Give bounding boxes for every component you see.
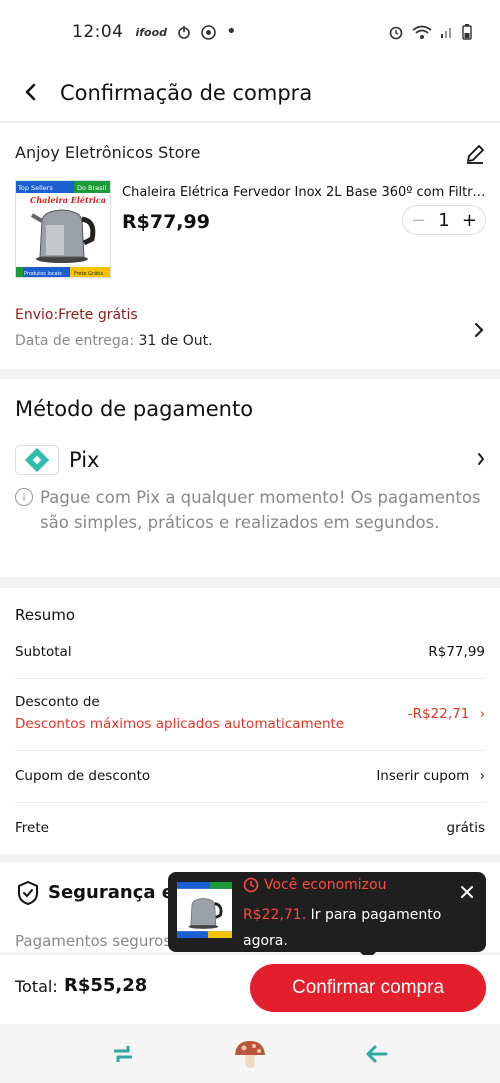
subtotal-row: Subtotal R$77,99 [15,644,485,660]
info-icon: i [15,488,33,506]
product-title[interactable]: Chaleira Elétrica Fervedor Inox 2L Base … [122,185,492,200]
badge-do-brasil: Do Brasil [77,184,106,192]
total-value: R$55,28 [64,975,148,996]
tooltip-headline-text: Você economizou [264,877,387,893]
tooltip-product-image [177,882,232,938]
chevron-right-icon[interactable] [474,319,484,343]
divider [15,750,485,751]
discount-row[interactable]: Desconto de Descontos máximos aplicados … [15,694,485,732]
tooltip-headline: Você economizou [243,877,386,893]
total-label: Total: [15,977,58,996]
chevron-right-icon[interactable] [477,450,485,471]
clock-icon [243,877,259,893]
discount-value-group: -R$22,71 › [408,706,485,722]
status-time: 12:04 [72,22,124,42]
tooltip-body: R$22,71. Ir para pagamento agora. [243,902,453,954]
status-right-icons [388,24,472,40]
summary-card: Resumo Subtotal R$77,99 Desconto de Desc… [0,588,500,854]
shipping-row: Frete grátis [15,820,485,836]
subtotal-value: R$77,99 [428,644,485,660]
badge-frete-gratis: Frete Grátis [74,270,104,277]
status-left-icons: ifood • [135,21,237,42]
chrome-icon [201,24,216,40]
mushroom-icon [234,1040,265,1068]
back-button[interactable] [0,78,60,108]
divider [15,802,485,803]
shipping-value: grátis [446,820,485,836]
pix-icon [15,445,59,475]
badge-caption: Chaleira Elétrica [30,195,106,205]
payment-method-card: Método de pagamento Pix i Pague com Pix … [0,379,500,577]
payment-method-title: Método de pagamento [15,397,254,421]
delivery-date: 31 de Out. [138,333,213,349]
product-image[interactable]: Top Sellers Do Brasil Chaleira Elétrica … [15,180,111,278]
delivery-info[interactable]: Data de entrega: 31 de Out. [15,333,213,349]
store-card: Anjoy Eletrônicos Store Top Sellers Do B… [0,123,500,369]
coupon-action-group: Inserir cupom › [376,768,485,784]
shield-check-icon [18,880,38,906]
chevron-right-icon[interactable]: › [480,706,485,722]
kettle-image [177,882,232,938]
kettle-image: Top Sellers Do Brasil Chaleira Elétrica … [16,181,110,277]
coupon-row[interactable]: Cupom de desconto Inserir cupom › [15,768,485,784]
page-header: Confirmação de compra [0,64,500,122]
summary-title: Resumo [15,606,76,624]
tooltip-amount: R$22,71. [243,907,307,923]
edit-icon[interactable] [464,143,486,165]
hand-icon [178,26,190,39]
savings-tooltip[interactable]: Você economizou R$22,71. Ir para pagamen… [168,872,486,960]
alarm-icon [389,26,403,40]
delivery-label: Data de entrega: [15,333,135,349]
signal-icon [441,28,451,38]
page-title: Confirmação de compra [60,80,313,105]
pix-option[interactable]: Pix [15,443,485,477]
wifi-icon [412,25,432,39]
decrease-quantity-button[interactable]: − [411,210,426,231]
back-arrow-icon [366,1045,388,1062]
close-icon[interactable] [460,880,474,904]
shipping-label: Frete [15,820,49,836]
coupon-label: Cupom de desconto [15,768,151,784]
insert-coupon-link[interactable]: Inserir cupom [376,768,469,784]
back-arrow-icon [25,83,36,100]
recent-apps-button[interactable] [103,1034,143,1074]
system-nav-bar [0,1024,500,1083]
product-price: R$77,99 [122,211,210,233]
quantity-value: 1 [438,209,450,231]
back-nav-button[interactable] [357,1034,397,1074]
chevron-right-icon[interactable]: › [480,768,485,784]
status-bar: 12:04 ifood • [0,0,500,64]
confirm-purchase-button[interactable]: Confirmar compra [250,964,486,1012]
divider [15,678,485,679]
discount-value: -R$22,71 [407,706,470,722]
pix-label: Pix [69,448,100,472]
badge-produtos-locais: Produtos locais [24,271,62,277]
store-name: Anjoy Eletrônicos Store [15,143,201,162]
increase-quantity-button[interactable]: + [462,210,477,231]
quantity-stepper: − 1 + [402,205,486,235]
battery-icon [462,24,472,40]
subtotal-label: Subtotal [15,644,72,660]
dot-icon: • [226,21,237,42]
shipping-method[interactable]: Envio:Frete grátis [15,307,138,323]
home-button[interactable] [230,1034,270,1074]
pix-info: i Pague com Pix a qualquer momento! Os p… [15,485,485,535]
badge-top-sellers: Top Sellers [17,184,53,192]
pix-info-text: Pague com Pix a qualquer momento! Os pag… [40,488,481,532]
recent-apps-icon [114,1045,133,1062]
checkout-bar: Total: R$55,28 Confirmar compra [0,955,500,1024]
ifood-icon: ifood [135,25,168,39]
